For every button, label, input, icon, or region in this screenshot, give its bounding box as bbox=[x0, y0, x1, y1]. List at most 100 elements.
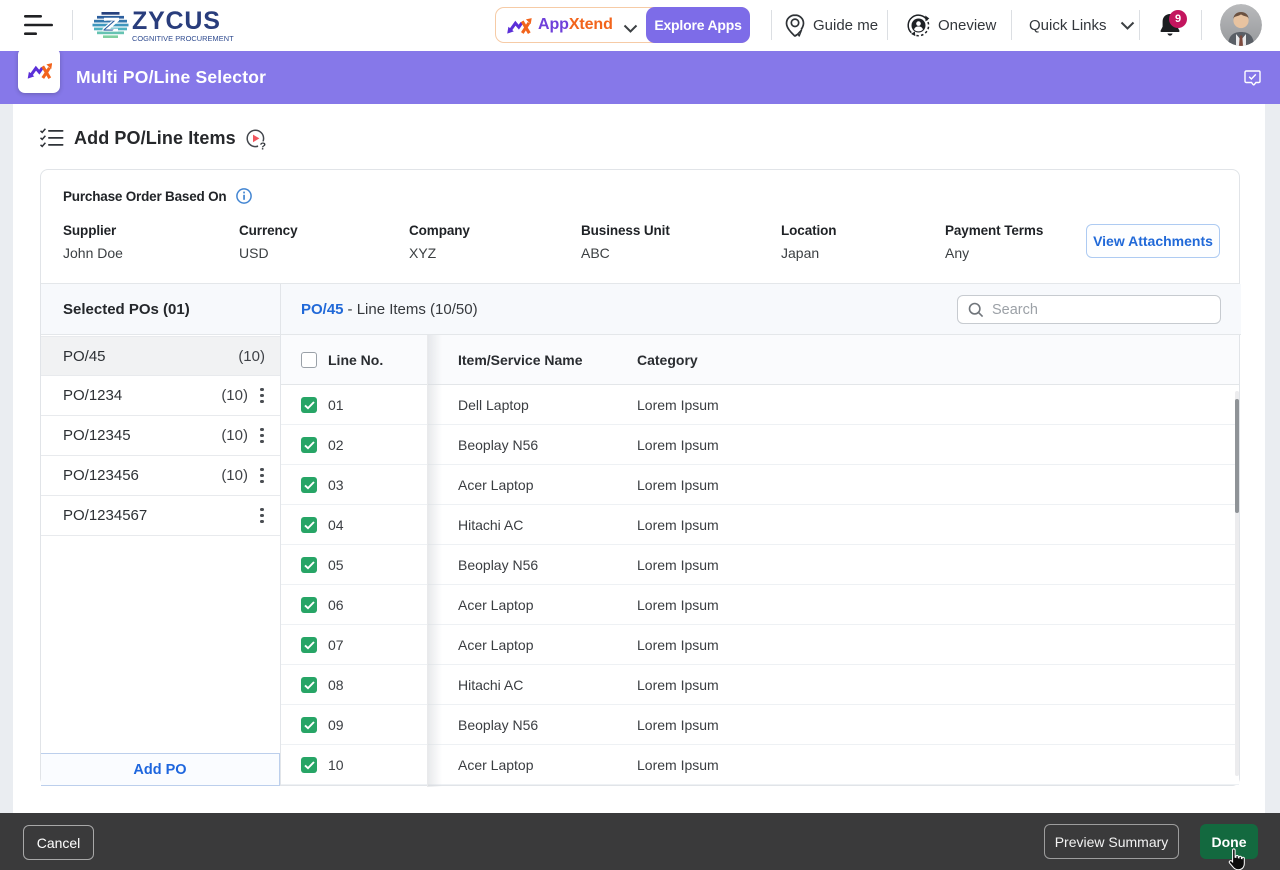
view-attachments-button[interactable]: View Attachments bbox=[1086, 224, 1220, 258]
po-name: PO/123456 bbox=[63, 467, 139, 484]
cell-category: Lorem Ipsum bbox=[637, 385, 719, 425]
table-row: 06Acer LaptopLorem Ipsum bbox=[281, 585, 1239, 625]
row-checkbox[interactable] bbox=[301, 397, 317, 413]
search-icon bbox=[968, 302, 984, 318]
row-checkbox-cell bbox=[301, 625, 317, 665]
preview-summary-button[interactable]: Preview Summary bbox=[1044, 824, 1179, 859]
kebab-menu-icon[interactable] bbox=[254, 508, 270, 524]
cell-item-name: Beoplay N56 bbox=[458, 425, 538, 465]
select-all-checkbox[interactable] bbox=[301, 352, 317, 368]
appxtend-label[interactable]: AppXtend bbox=[507, 8, 613, 42]
row-checkbox[interactable] bbox=[301, 597, 317, 613]
cell-line-no: 07 bbox=[328, 625, 344, 665]
cell-item-name: Acer Laptop bbox=[458, 465, 534, 505]
field-value: Japan bbox=[781, 245, 836, 261]
brand-tagline: COGNITIVE PROCUREMENT bbox=[132, 34, 234, 43]
cell-line-no: 02 bbox=[328, 425, 344, 465]
oneview-icon bbox=[907, 14, 930, 37]
po-list-item[interactable]: PO/12345(10) bbox=[41, 416, 280, 456]
table-body: 01Dell LaptopLorem Ipsum02Beoplay N56Lor… bbox=[281, 385, 1239, 787]
checklist-icon bbox=[40, 128, 64, 149]
divider bbox=[887, 10, 888, 40]
cancel-button[interactable]: Cancel bbox=[23, 825, 94, 860]
explore-apps-button[interactable]: Explore Apps bbox=[646, 7, 750, 43]
table-row: 02Beoplay N56Lorem Ipsum bbox=[281, 425, 1239, 465]
cell-line-no: 03 bbox=[328, 465, 344, 505]
app-logo-box[interactable] bbox=[18, 48, 60, 93]
quick-links-label: Quick Links bbox=[1029, 17, 1107, 34]
row-checkbox[interactable] bbox=[301, 517, 317, 533]
chevron-down-icon[interactable] bbox=[623, 21, 638, 39]
info-icon[interactable] bbox=[236, 188, 252, 204]
table-row: 01Dell LaptopLorem Ipsum bbox=[281, 385, 1239, 425]
svg-text:?: ? bbox=[259, 141, 265, 151]
line-items-count: - Line Items (10/50) bbox=[348, 301, 478, 318]
guide-me-button[interactable]: Guide me bbox=[785, 0, 878, 51]
cell-line-no: 06 bbox=[328, 585, 344, 625]
page-title: Add PO/Line Items bbox=[74, 128, 236, 149]
cell-item-name: Hitachi AC bbox=[458, 665, 523, 705]
appxtend-logo-icon bbox=[507, 17, 532, 34]
row-checkbox[interactable] bbox=[301, 637, 317, 653]
summary-field-payment-terms: Payment TermsAny bbox=[945, 223, 1043, 261]
cell-item-name: Dell Laptop bbox=[458, 385, 529, 425]
row-checkbox[interactable] bbox=[301, 717, 317, 733]
field-label: Currency bbox=[239, 223, 297, 238]
field-value: XYZ bbox=[409, 245, 470, 261]
row-checkbox[interactable] bbox=[301, 477, 317, 493]
notification-badge: 9 bbox=[1169, 10, 1187, 28]
done-button[interactable]: Done bbox=[1200, 824, 1258, 859]
divider bbox=[72, 10, 73, 40]
selected-pos-panel: Selected POs (01) PO/45(10)PO/1234(10)PO… bbox=[41, 284, 281, 785]
oneview-button[interactable]: Oneview bbox=[907, 0, 996, 51]
kebab-menu-icon[interactable] bbox=[254, 468, 270, 484]
row-checkbox[interactable] bbox=[301, 437, 317, 453]
column-category[interactable]: Category bbox=[637, 335, 698, 385]
cell-line-no: 08 bbox=[328, 665, 344, 705]
quick-links-menu[interactable]: Quick Links bbox=[1029, 0, 1135, 51]
row-checkbox[interactable] bbox=[301, 677, 317, 693]
line-items-panel: PO/45 - Line Items (10/50) Line No. Item… bbox=[281, 284, 1241, 787]
po-list-item[interactable]: PO/123456(10) bbox=[41, 456, 280, 496]
notifications-button[interactable]: 9 bbox=[1158, 12, 1200, 44]
search-input[interactable] bbox=[992, 302, 1192, 318]
column-line-no[interactable]: Line No. bbox=[328, 335, 383, 385]
row-checkbox-cell bbox=[301, 505, 317, 545]
divider bbox=[1139, 10, 1140, 40]
table-header: Line No. Item/Service Name Category bbox=[281, 335, 1239, 385]
search-box[interactable] bbox=[957, 295, 1221, 324]
po-list-item[interactable]: PO/45(10) bbox=[41, 336, 280, 376]
po-list-item[interactable]: PO/1234567 bbox=[41, 496, 280, 536]
video-help-icon[interactable]: ? bbox=[246, 128, 266, 151]
row-checkbox[interactable] bbox=[301, 557, 317, 573]
row-checkbox-cell bbox=[301, 665, 317, 705]
po-list-item[interactable]: PO/1234(10) bbox=[41, 376, 280, 416]
feedback-icon[interactable] bbox=[1244, 70, 1261, 87]
table-scrollbar-thumb[interactable] bbox=[1235, 399, 1239, 513]
kebab-menu-icon[interactable] bbox=[254, 428, 270, 444]
zycus-mark-icon bbox=[92, 12, 129, 38]
user-avatar[interactable] bbox=[1220, 4, 1262, 46]
app-title-bar: Multi PO/Line Selector bbox=[0, 51, 1280, 104]
po-link[interactable]: PO/45 bbox=[301, 301, 344, 318]
add-po-button[interactable]: Add PO bbox=[41, 753, 280, 786]
row-checkbox-cell bbox=[301, 545, 317, 585]
menu-icon[interactable] bbox=[24, 14, 54, 36]
table-row: 07Acer LaptopLorem Ipsum bbox=[281, 625, 1239, 665]
left-gutter bbox=[0, 104, 13, 813]
cell-line-no: 05 bbox=[328, 545, 344, 585]
field-value: John Doe bbox=[63, 245, 123, 261]
appxtend-logo-icon bbox=[27, 62, 52, 79]
kebab-menu-icon[interactable] bbox=[254, 388, 270, 404]
row-checkbox-cell bbox=[301, 425, 317, 465]
cell-item-name: Hitachi AC bbox=[458, 505, 523, 545]
appxtend-menu[interactable]: AppXtend Explore Apps bbox=[495, 7, 750, 43]
po-name: PO/12345 bbox=[63, 427, 131, 444]
po-count: (10) bbox=[238, 348, 265, 365]
section-heading: Add PO/Line Items ? bbox=[40, 127, 266, 149]
table-row: 10Acer LaptopLorem Ipsum bbox=[281, 745, 1239, 785]
row-checkbox[interactable] bbox=[301, 757, 317, 773]
select-all-checkbox-cell bbox=[301, 335, 317, 385]
table-row: 04Hitachi ACLorem Ipsum bbox=[281, 505, 1239, 545]
column-item-name[interactable]: Item/Service Name bbox=[458, 335, 583, 385]
